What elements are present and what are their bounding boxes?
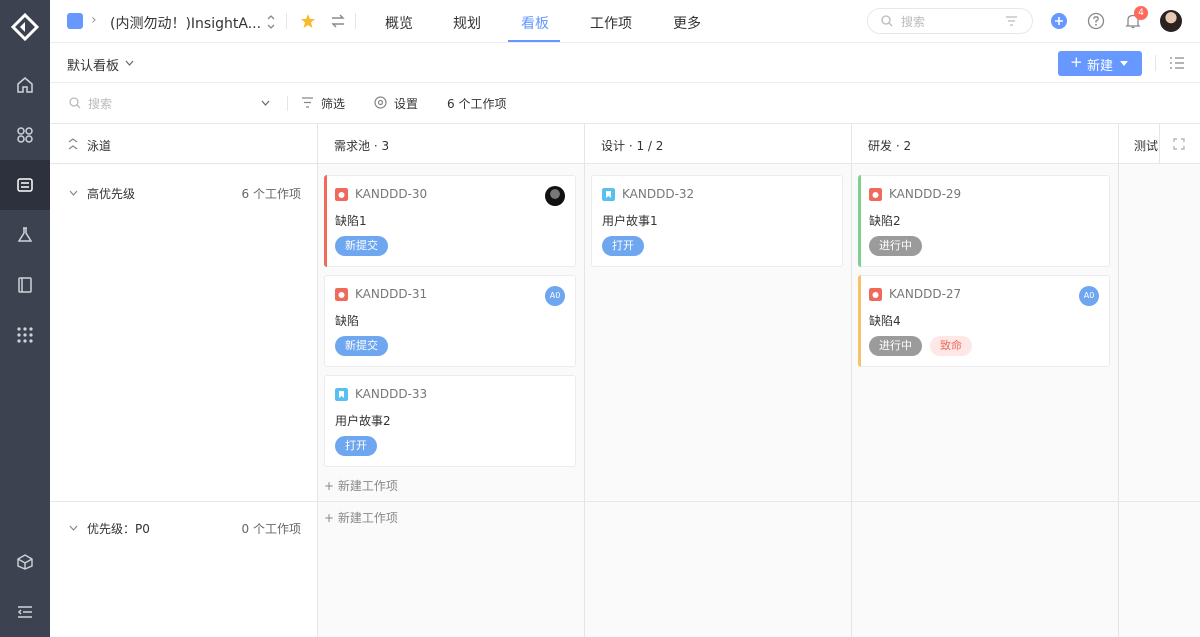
filter-icon[interactable] — [301, 96, 314, 109]
story-icon — [602, 188, 615, 201]
active-tab-indicator — [508, 40, 560, 42]
status-badge[interactable]: 进行中 — [869, 236, 922, 256]
home-icon[interactable] — [0, 60, 50, 110]
cube-icon[interactable] — [0, 537, 50, 587]
search-icon — [69, 97, 81, 109]
bug-icon — [335, 188, 348, 201]
global-search-input[interactable]: 搜索 — [867, 8, 1033, 34]
column-header-swimlane: 泳道 — [50, 124, 317, 164]
project-name[interactable]: (内测勿动！)InsightA... — [110, 13, 261, 33]
board-header: 默认看板 + 新建 — [50, 43, 1200, 83]
work-item-card[interactable]: KANDDD-32 用户故事1 打开 — [591, 175, 843, 267]
tab-plan[interactable]: 规划 — [453, 13, 481, 33]
add-circle-icon[interactable] — [1050, 12, 1068, 30]
work-item-card[interactable]: KANDDD-29 缺陷2 进行中 — [858, 175, 1110, 267]
story-icon — [335, 388, 348, 401]
status-badge[interactable]: 新提交 — [335, 336, 388, 356]
filter-bar: 搜索 筛选 设置 6 个工作项 — [50, 83, 1200, 124]
filter-button[interactable]: 筛选 — [321, 95, 345, 112]
help-icon[interactable] — [1087, 12, 1105, 30]
chevron-down-icon[interactable] — [69, 190, 78, 196]
sidebar — [0, 0, 50, 637]
filter-icon[interactable] — [1005, 15, 1018, 27]
column-header-design[interactable]: 设计 · 1 / 2 — [584, 124, 851, 164]
swap-icon[interactable] — [330, 13, 346, 29]
tab-overview[interactable]: 概览 — [385, 13, 413, 33]
collapse-all-icon[interactable] — [68, 138, 78, 150]
column-header-dev[interactable]: 研发 · 2 — [851, 124, 1118, 164]
board-search-input[interactable]: 搜索 — [88, 95, 112, 112]
chevron-down-icon[interactable] — [125, 60, 134, 66]
search-icon — [881, 15, 893, 27]
status-badge[interactable]: 进行中 — [869, 336, 922, 356]
add-work-item-button[interactable]: + 新建工作项 — [324, 509, 398, 526]
project-icon-badge — [67, 13, 83, 29]
chevron-down-icon[interactable] — [69, 525, 78, 531]
chevron-down-icon[interactable] — [261, 100, 270, 106]
work-item-card[interactable]: KANDDD-31 缺陷 新提交 A0 — [324, 275, 576, 367]
severity-badge[interactable]: 致命 — [930, 336, 972, 356]
caret-down-icon[interactable] — [1120, 61, 1128, 66]
assignee-avatar[interactable] — [545, 186, 565, 206]
project-icon[interactable] — [0, 160, 50, 210]
app-logo-icon[interactable] — [11, 13, 39, 41]
project-switch-icon[interactable] — [265, 13, 277, 31]
bug-icon — [869, 188, 882, 201]
assignee-avatar[interactable]: A0 — [1079, 286, 1099, 306]
list-view-icon[interactable] — [1169, 56, 1185, 70]
notification-badge: 4 — [1134, 6, 1148, 20]
status-badge[interactable]: 打开 — [602, 236, 644, 256]
apps-icon[interactable] — [0, 110, 50, 160]
plus-icon: + — [1070, 53, 1083, 71]
collapse-sidebar-icon[interactable] — [0, 587, 50, 637]
swimlane-p0: 优先级：P0 0 个工作项 — [50, 502, 317, 637]
top-bar: › (内测勿动！)InsightA... 概览 规划 看板 工作项 更多 搜索 … — [50, 0, 1200, 43]
work-item-card[interactable]: KANDDD-30 缺陷1 新提交 — [324, 175, 576, 267]
settings-icon[interactable] — [374, 96, 387, 109]
kanban-board: 泳道 需求池 · 3 设计 · 1 / 2 研发 · 2 测试 高优先级 6 个… — [50, 124, 1200, 637]
tab-board[interactable]: 看板 — [521, 13, 549, 33]
add-work-item-button[interactable]: + 新建工作项 — [324, 477, 398, 494]
assignee-avatar[interactable]: A0 — [545, 286, 565, 306]
work-item-card[interactable]: KANDDD-33 用户故事2 打开 — [324, 375, 576, 467]
settings-button[interactable]: 设置 — [394, 95, 418, 112]
tab-more[interactable]: 更多 — [673, 13, 701, 33]
user-avatar[interactable] — [1160, 10, 1182, 32]
bug-icon — [335, 288, 348, 301]
new-button[interactable]: + 新建 — [1058, 51, 1142, 76]
board-selector[interactable]: 默认看板 — [67, 55, 119, 74]
grid-icon[interactable] — [0, 310, 50, 360]
work-item-count: 6 个工作项 — [447, 97, 507, 111]
column-header-backlog[interactable]: 需求池 · 3 — [317, 124, 584, 164]
book-icon[interactable] — [0, 260, 50, 310]
star-icon[interactable] — [300, 13, 316, 29]
tab-work-items[interactable]: 工作项 — [590, 13, 632, 33]
bug-icon — [869, 288, 882, 301]
status-badge[interactable]: 打开 — [335, 436, 377, 456]
chevron-right-icon: › — [91, 12, 97, 28]
work-item-card[interactable]: KANDDD-27 缺陷4 进行中 致命 A0 — [858, 275, 1110, 367]
fullscreen-icon[interactable] — [1173, 138, 1185, 150]
swimlane-high-priority: 高优先级 6 个工作项 — [50, 165, 317, 501]
status-badge[interactable]: 新提交 — [335, 236, 388, 256]
flask-icon[interactable] — [0, 210, 50, 260]
